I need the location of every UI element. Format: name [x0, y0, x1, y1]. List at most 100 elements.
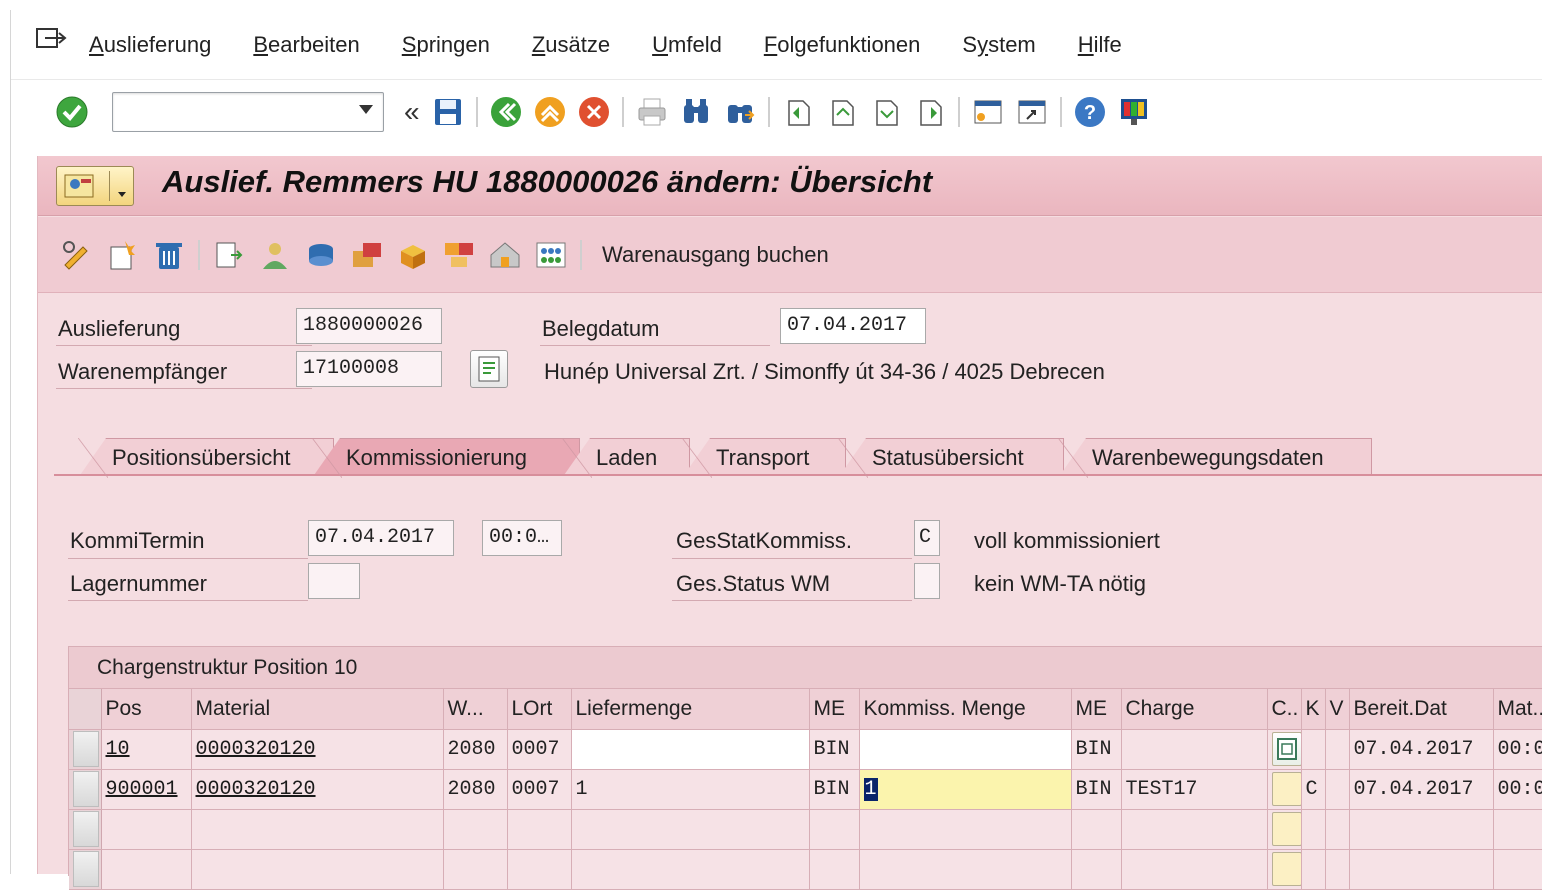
menu-item[interactable]: Hilfe — [1078, 32, 1122, 58]
menu-item[interactable]: Springen — [402, 32, 490, 58]
save-icon[interactable] — [431, 95, 465, 129]
screen-menu-button[interactable] — [56, 166, 134, 206]
column-header[interactable]: ME — [1071, 689, 1122, 730]
tab-picking[interactable]: Kommissionierung — [312, 438, 580, 478]
delete-icon[interactable] — [151, 237, 187, 273]
column-header[interactable]: Bereit.Dat — [1349, 689, 1494, 730]
column-header[interactable]: LOrt — [507, 689, 572, 730]
status-check-cell[interactable] — [1267, 809, 1302, 850]
find-next-icon[interactable] — [723, 95, 757, 129]
status-checkbox[interactable] — [1271, 772, 1300, 806]
print-icon[interactable] — [635, 95, 669, 129]
last-page-icon[interactable] — [913, 95, 947, 129]
column-header[interactable]: Material — [191, 689, 444, 730]
create-icon[interactable] — [105, 237, 141, 273]
ship-to-field[interactable]: 17100008 — [296, 351, 442, 387]
column-header[interactable]: Kommiss. Menge — [859, 689, 1072, 730]
pack-icon[interactable] — [349, 237, 385, 273]
find-icon[interactable] — [679, 95, 713, 129]
column-header[interactable]: Liefermenge — [571, 689, 810, 730]
back-icon[interactable] — [489, 95, 523, 129]
menu-item[interactable]: Bearbeiten — [253, 32, 359, 58]
batch-determination-icon[interactable] — [1271, 732, 1300, 766]
texts-icon[interactable] — [303, 237, 339, 273]
menu-item[interactable]: Folgefunktionen — [764, 32, 921, 58]
document-date-field[interactable]: 07.04.2017 — [780, 308, 926, 344]
command-input[interactable] — [117, 93, 347, 129]
box-icon[interactable] — [395, 237, 431, 273]
first-page-icon[interactable] — [781, 95, 815, 129]
tab-status-overview[interactable]: Statusübersicht — [838, 438, 1064, 478]
next-page-icon[interactable] — [869, 95, 903, 129]
delivery-qty-cell[interactable] — [571, 729, 810, 770]
tab-loading[interactable]: Laden — [562, 438, 690, 478]
partner-icon[interactable] — [257, 237, 293, 273]
row-selector-header[interactable] — [69, 689, 102, 730]
chevron-down-icon[interactable] — [359, 105, 373, 114]
column-header[interactable]: W... — [443, 689, 508, 730]
previous-page-icon[interactable] — [825, 95, 859, 129]
status-checkbox[interactable] — [1271, 852, 1300, 886]
exit-menu-icon[interactable] — [35, 26, 67, 52]
batch-cell[interactable] — [1121, 729, 1268, 770]
empty-cell[interactable] — [191, 809, 444, 850]
batch-split-icon[interactable] — [441, 237, 477, 273]
details-icon[interactable] — [211, 237, 247, 273]
shortcut-icon[interactable] — [1015, 95, 1049, 129]
tab-item-overview[interactable]: Positionsübersicht — [78, 438, 334, 478]
menu-item[interactable]: Auslieferung — [89, 32, 211, 58]
row-selector[interactable] — [69, 769, 102, 810]
picked-qty-cell[interactable]: 1 — [859, 769, 1072, 810]
empty-cell[interactable] — [101, 849, 192, 890]
status-checkbox[interactable] — [1271, 812, 1300, 846]
empty-cell[interactable] — [101, 809, 192, 850]
row-selector[interactable] — [69, 729, 102, 770]
row-selector[interactable] — [69, 849, 102, 890]
empty-cell[interactable] — [191, 849, 444, 890]
display-change-icon[interactable] — [59, 237, 95, 273]
tab-transport[interactable]: Transport — [682, 438, 846, 478]
new-session-icon[interactable] — [971, 95, 1005, 129]
row-selector[interactable] — [69, 809, 102, 850]
menu-item[interactable]: Zusätze — [532, 32, 610, 58]
picking-date-field[interactable]: 07.04.2017 — [308, 520, 454, 556]
material-cell[interactable]: 0000320120 — [191, 729, 444, 770]
pos-cell[interactable]: 10 — [101, 729, 192, 770]
table-row: 10 0000320120 2080 0007 BIN BIN 07.04.20… — [69, 729, 1542, 770]
column-header[interactable]: Charge — [1121, 689, 1268, 730]
pos-cell[interactable]: 900001 — [101, 769, 192, 810]
picked-qty-cell[interactable] — [859, 729, 1072, 770]
collapse-chevron-icon[interactable]: « — [404, 98, 420, 126]
delivery-field[interactable]: 1880000026 — [296, 308, 442, 344]
picking-time-field[interactable]: 00:0… — [482, 520, 562, 556]
column-header[interactable]: C.. — [1267, 689, 1302, 730]
material-cell[interactable]: 0000320120 — [191, 769, 444, 810]
menu-item[interactable]: System — [962, 32, 1035, 58]
ship-to-detail-button[interactable] — [470, 350, 508, 388]
empty-cell — [1493, 849, 1542, 890]
menu-item[interactable]: Umfeld — [652, 32, 722, 58]
status-check-cell[interactable] — [1267, 769, 1302, 810]
empty-cell — [1349, 849, 1494, 890]
status-check-cell[interactable] — [1267, 849, 1302, 890]
warehouse-icon[interactable] — [487, 237, 523, 273]
status-check-cell[interactable] — [1267, 729, 1302, 770]
overall-picking-status-field[interactable]: C — [914, 520, 940, 556]
column-header[interactable]: V — [1325, 689, 1350, 730]
column-header[interactable]: ME — [809, 689, 860, 730]
column-header[interactable]: Pos — [101, 689, 192, 730]
column-header[interactable]: Mat... — [1493, 689, 1542, 730]
exit-icon[interactable] — [533, 95, 567, 129]
help-icon[interactable]: ? — [1073, 95, 1107, 129]
cancel-icon[interactable] — [577, 95, 611, 129]
wm-status-field[interactable] — [914, 563, 940, 599]
customize-layout-icon[interactable] — [1117, 95, 1151, 129]
tab-goods-movement-data[interactable]: Warenbewegungsdaten — [1058, 438, 1372, 478]
enter-check-icon[interactable] — [55, 95, 89, 129]
command-field[interactable] — [112, 92, 384, 132]
warehouse-number-field[interactable] — [308, 563, 360, 599]
batch-cell[interactable]: TEST17 — [1121, 769, 1268, 810]
post-goods-issue-button[interactable]: Warenausgang buchen — [602, 242, 829, 268]
grid-overview-icon[interactable] — [533, 237, 569, 273]
column-header[interactable]: K — [1301, 689, 1326, 730]
